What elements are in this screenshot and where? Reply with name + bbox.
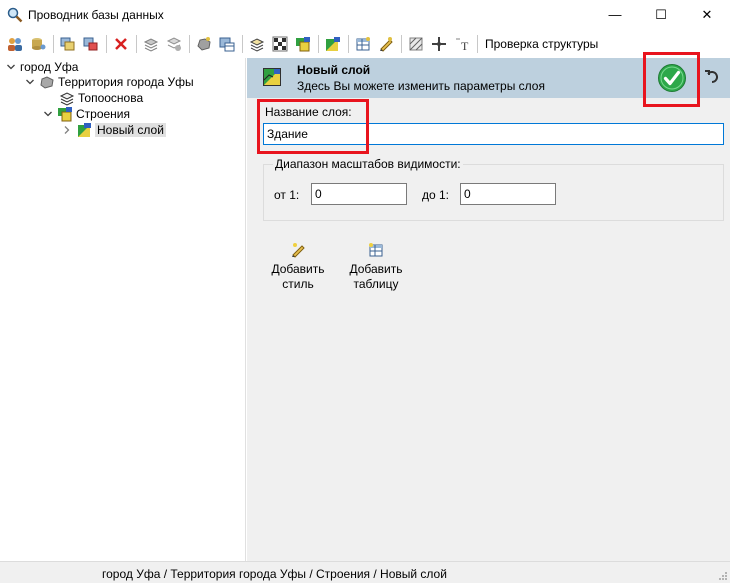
window-title: Проводник базы данных [28,8,164,22]
new-layer-icon [326,37,340,51]
text-tool-icon: T [456,38,469,52]
territory-icon [40,76,54,89]
text-button[interactable]: T [451,33,473,55]
point-button[interactable] [428,33,450,55]
buildings-icon [296,37,310,52]
toolbar-separator [401,35,402,53]
toolbar: T Проверка структуры [0,32,730,56]
chevron-right-icon[interactable] [62,125,72,135]
toolbar-separator [136,35,137,53]
add-table-button[interactable]: Добавить таблицу [343,242,409,306]
tree-item-territory[interactable]: Территория города Уфы [25,74,194,90]
style-pencil-icon [380,37,393,52]
add-style-toolbar-button[interactable] [375,33,397,55]
panel-title: Новый слой [297,63,371,77]
hatch-icon [409,37,423,51]
layer-icon [263,68,281,86]
toolbar-separator [106,35,107,53]
breadcrumb: город Уфа / Территория города Уфы / Стро… [102,567,447,581]
database-user-icon [32,38,46,50]
delete-icon [115,38,127,50]
stack-gray-alt-icon [166,37,182,51]
crosshair-icon [432,37,446,51]
svg-text:T: T [461,39,469,52]
new-layer-icon [78,123,91,137]
territory-button[interactable] [193,33,215,55]
stack2-button[interactable] [163,33,185,55]
layers-icon [60,37,75,51]
territory-icon [197,37,211,51]
tree-item-label: Новый слой [95,123,166,137]
table-icon [369,243,383,257]
stack-button[interactable] [140,33,162,55]
resize-grip-icon[interactable] [718,571,728,581]
add-table-label-line1: Добавить [349,262,403,276]
panel-subtitle: Здесь Вы можете изменить параметры слоя [297,79,545,93]
tree-item-buildings[interactable]: Строения [43,106,130,122]
scale-range-label: Диапазон масштабов видимости: [273,157,463,171]
database-button[interactable] [27,33,49,55]
users-button[interactable] [4,33,26,55]
toolbar-separator [53,35,54,53]
tree-item-topo[interactable]: Топооснова [59,90,143,106]
move-layer-button[interactable] [80,33,102,55]
close-button[interactable]: ✕ [684,0,730,30]
scale-to-label: до 1: [422,188,450,202]
toolbar-separator [189,35,190,53]
layers-red-icon [83,37,98,51]
topo-stack-icon [249,38,265,52]
tree-item-label: Топооснова [78,91,144,105]
buildings-button[interactable] [292,33,314,55]
buildings-icon [58,107,72,122]
add-style-button[interactable]: Добавить стиль [265,242,331,306]
chevron-down-icon[interactable] [43,109,53,119]
add-table-label-line2: таблицу [353,277,399,291]
tree-item-label: город Уфа [20,60,79,74]
status-bar: город Уфа / Территория города Уфы / Стро… [0,561,730,583]
chevron-down-icon[interactable] [25,77,35,87]
database-explorer-icon [7,7,23,23]
chevron-down-icon[interactable] [6,62,16,72]
hatch-button[interactable] [405,33,427,55]
delete-button[interactable] [110,33,132,55]
title-bar: Проводник базы данных — ☐ ✕ [0,0,730,30]
undo-icon[interactable] [703,68,721,86]
table-button[interactable] [216,33,238,55]
database-tree: город Уфа Территория города Уфы Топоосно… [0,58,246,561]
scale-to-input[interactable] [460,183,556,205]
users-icon [8,38,22,51]
panel-header: Новый слой Здесь Вы можете изменить пара… [247,58,730,98]
add-style-label-line2: стиль [282,277,314,291]
toolbar-separator [242,35,243,53]
add-table-toolbar-button[interactable] [352,33,374,55]
copy-layer-button[interactable] [57,33,79,55]
minimize-button[interactable]: — [592,0,638,30]
apply-check-button[interactable] [657,63,687,93]
check-structure-button[interactable]: Проверка структуры [481,33,602,55]
layer-properties-panel: Новый слой Здесь Вы можете изменить пара… [247,58,730,561]
table-layer-icon [219,37,235,52]
add-style-label-line1: Добавить [271,262,325,276]
layer-name-input[interactable] [263,123,724,145]
style-pencil-icon [292,243,305,258]
stack-gray-icon [143,38,159,52]
tree-item-label: Территория города Уфы [58,75,194,89]
toolbar-separator [318,35,319,53]
checker-icon [272,36,288,52]
scale-from-label: от 1: [274,188,300,202]
layer-name-label: Название слоя: [265,105,352,119]
tree-item-root[interactable]: город Уфа [6,59,78,75]
scale-from-input[interactable] [311,183,407,205]
grid-button[interactable] [269,33,291,55]
tree-item-label: Строения [76,107,131,121]
add-topo-button[interactable] [246,33,268,55]
tree-item-new-layer[interactable]: Новый слой [62,122,166,138]
topo-stack-icon [59,92,75,106]
table-icon [356,37,370,51]
toolbar-separator [477,35,478,53]
toolbar-separator [348,35,349,53]
new-layer-button[interactable] [322,33,344,55]
maximize-button[interactable]: ☐ [638,0,684,30]
